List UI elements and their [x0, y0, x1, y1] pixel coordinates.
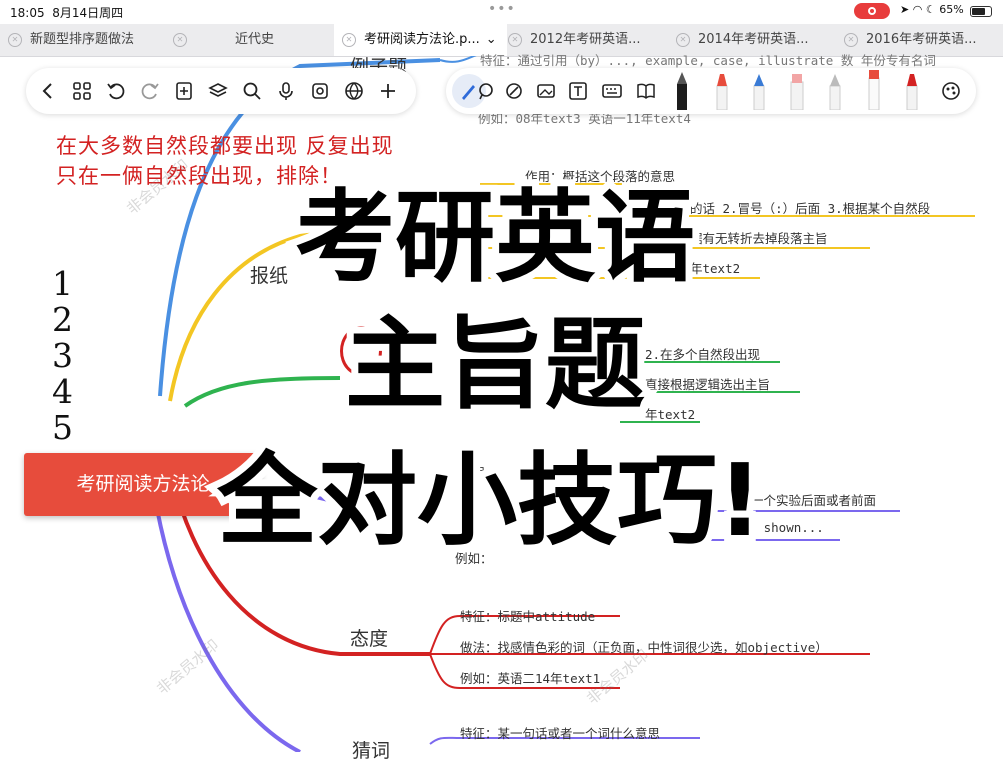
sticker-icon[interactable] [310, 81, 330, 101]
node-att-example[interactable]: 例如：英语二14年text1 [460, 668, 600, 687]
branch-word[interactable]: 猜词 [352, 736, 390, 763]
add-page-icon[interactable] [174, 81, 194, 101]
undo-icon[interactable] [106, 81, 126, 101]
navigation-toolbar [26, 68, 416, 114]
handwritten-number: 3 [52, 336, 73, 375]
handwritten-number: 1 [52, 264, 73, 303]
status-time: 18:05 8月14日周四 [10, 6, 124, 20]
branch-attitude[interactable]: 态度 [350, 624, 388, 651]
node-att-feature[interactable]: 特征：标题中attitude [460, 606, 595, 625]
close-tab-icon[interactable]: ✕ [844, 32, 858, 47]
handwritten-number: 4 [52, 372, 73, 411]
globe-icon[interactable] [344, 81, 364, 101]
close-tab-icon[interactable]: ✕ [508, 32, 522, 47]
back-icon[interactable] [38, 81, 58, 101]
pen-blue-tool[interactable] [751, 72, 767, 110]
fountain-pen-tool[interactable] [674, 72, 690, 110]
tab-1[interactable]: ✕ 近代史 [165, 24, 338, 56]
keyboard-icon[interactable] [602, 81, 622, 101]
close-tab-icon[interactable]: ✕ [8, 32, 22, 47]
wifi-icon: ◠ [912, 3, 923, 16]
close-tab-icon[interactable]: ✕ [676, 32, 690, 47]
book-icon[interactable] [636, 81, 656, 101]
screen-record-icon[interactable] [854, 3, 890, 19]
handwritten-numbers: 1 2 3 4 5 [52, 266, 73, 446]
text-icon[interactable] [568, 81, 588, 101]
moon-icon: ☾ [925, 3, 936, 16]
pen-white-tool[interactable] [866, 68, 882, 110]
close-tab-icon[interactable]: ✕ [173, 32, 187, 47]
marker-red-tool[interactable] [714, 72, 730, 110]
battery-icon [970, 6, 992, 17]
layers-icon[interactable] [208, 81, 228, 101]
microphone-icon[interactable] [276, 81, 296, 101]
status-icons: ➤ ◠ ☾ 65% [900, 3, 964, 16]
handwritten-number: 5 [52, 408, 73, 447]
multitask-dots-icon[interactable]: ••• [488, 1, 516, 17]
tab-0[interactable]: ✕ 新题型排序题做法 [0, 24, 173, 56]
handwritten-note-1: 在大多数自然段都要出现 反复出现 [56, 134, 394, 158]
shapes-icon[interactable] [504, 81, 524, 101]
node-ex-feature[interactable]: 特征：通过引用（by）..., example, case, illustrat… [480, 50, 936, 69]
node-word-feature[interactable]: 特征：某一句话或者一个词什么意思 [460, 723, 660, 742]
redo-icon[interactable] [140, 81, 160, 101]
close-tab-icon[interactable]: ✕ [342, 32, 356, 47]
overlay-title-line1: 考研英语 [288, 172, 702, 303]
pen-toolbar [446, 68, 976, 114]
color-palette-icon[interactable] [941, 81, 961, 101]
overlay-title-line3: 全对小技巧! [210, 435, 770, 566]
pencil-gray-tool[interactable] [827, 72, 843, 110]
search-icon[interactable] [242, 81, 262, 101]
chevron-down-icon[interactable]: ⌄ [486, 32, 497, 47]
marker-pink-tool[interactable] [789, 72, 805, 110]
plus-icon[interactable] [378, 81, 398, 101]
location-icon: ➤ [900, 3, 910, 16]
battery-percent: 65% [939, 3, 964, 16]
lasso-icon[interactable] [476, 81, 496, 101]
overlay-title-line2: 主旨题 [338, 299, 652, 430]
handwritten-number: 2 [52, 300, 73, 339]
grid-icon[interactable] [72, 81, 92, 101]
image-icon[interactable] [536, 81, 556, 101]
highlighter-red-tool[interactable] [904, 72, 920, 110]
status-bar: 18:05 8月14日周四 ••• ➤ ◠ ☾ 65% [0, 0, 1003, 24]
